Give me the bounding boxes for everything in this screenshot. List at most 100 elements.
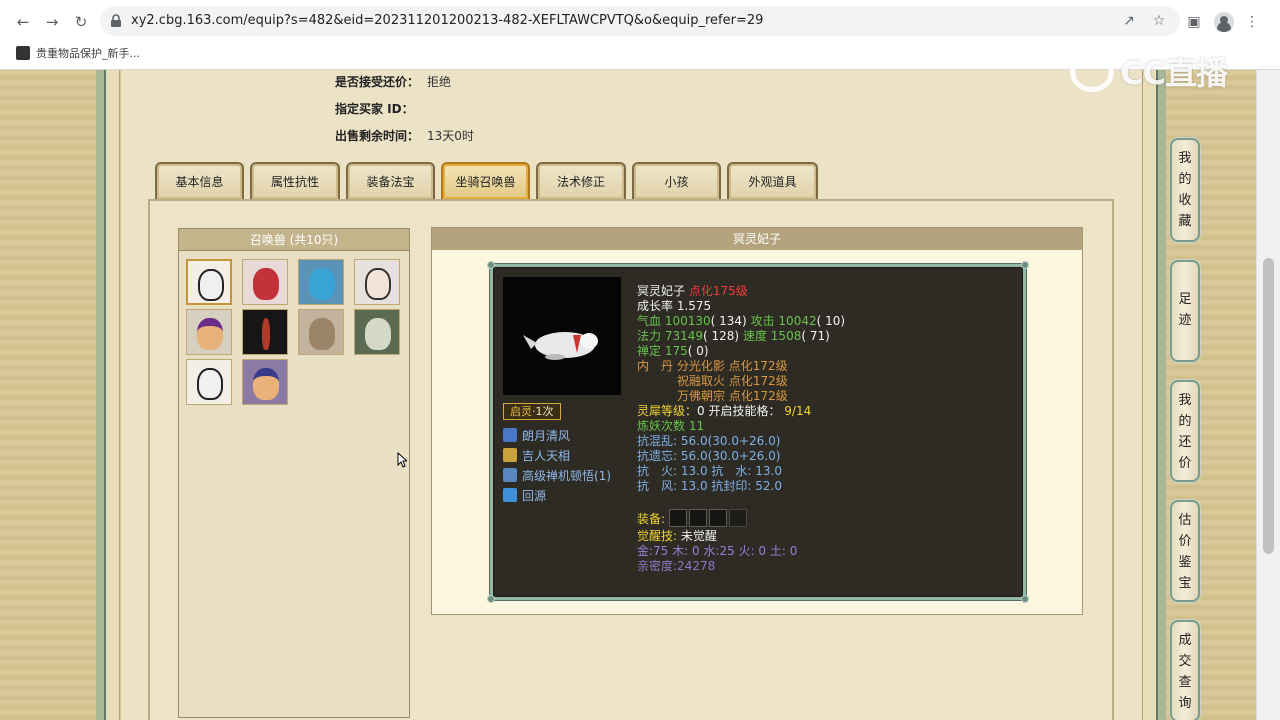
awaken-label: 觉醒技: [637, 529, 678, 543]
side-nav-label: 足迹 [1178, 292, 1192, 328]
skill-icon [503, 448, 517, 462]
summon-thumb[interactable] [242, 359, 288, 405]
skill-label: 吉人天相 [522, 449, 571, 463]
side-nav-appraisal[interactable]: 估价鉴宝 [1170, 500, 1200, 602]
tab-spell-correction[interactable]: 法术修正 [536, 162, 626, 199]
neidan-item: 分光化影 点化172级 [676, 359, 788, 373]
attack-label: 攻击 [750, 314, 775, 328]
skill-item[interactable]: 回源 [503, 487, 546, 505]
side-nav-my-bargain[interactable]: 我的还价 [1170, 380, 1200, 482]
summon-name-row: 冥灵妃子 点化175级 [637, 284, 748, 299]
summon-thumb[interactable] [186, 259, 232, 305]
tab-label: 法术修正 [556, 175, 605, 189]
profile-avatar[interactable] [1214, 12, 1234, 32]
intimacy-row: 亲密度:24278 [637, 559, 716, 573]
tab-equipment[interactable]: 装备法宝 [346, 162, 435, 199]
tab-label: 基本信息 [175, 175, 224, 189]
summon-thumb[interactable] [186, 359, 232, 405]
tab-appearance[interactable]: 外观道具 [727, 162, 818, 199]
pet-portrait [309, 268, 335, 300]
summon-thumb[interactable] [242, 309, 288, 355]
cc-logo-icon [1070, 52, 1114, 92]
skill-icon [503, 428, 517, 442]
url-text[interactable]: xy2.cbg.163.com/equip?s=482&eid=20231120… [131, 13, 763, 28]
tab-label: 装备法宝 [366, 175, 415, 189]
side-nav-history[interactable]: 足迹 [1170, 260, 1200, 362]
summon-thumb[interactable] [298, 259, 344, 305]
tab-mounts-summons[interactable]: 坐骑召唤兽 [441, 162, 530, 199]
frame-border [1156, 70, 1166, 720]
equip-row: 装备: [637, 509, 749, 527]
speed-points: ( 71) [801, 329, 830, 343]
wuxing-row: 金:75 木: 0 水:25 火: 0 土: 0 [637, 544, 798, 558]
summon-thumb[interactable] [354, 309, 400, 355]
mouse-cursor-icon [397, 452, 407, 468]
speed-label: 速度 [742, 329, 767, 343]
summon-thumb[interactable] [186, 309, 232, 355]
pet-portrait [365, 268, 391, 300]
mp-label: 法力 [637, 329, 662, 343]
equip-slot-icon[interactable] [708, 509, 727, 527]
attack-points: ( 10) [816, 314, 846, 328]
zen-row: 禅定 175( 0) [637, 344, 709, 359]
lingxi-slots: 9/14 [784, 404, 812, 418]
reload-icon[interactable]: ↻ [70, 11, 92, 33]
skill-label: 朗月清风 [522, 429, 571, 443]
summon-image [503, 277, 621, 395]
attack-value: 10042 [778, 314, 817, 328]
skill-label: 回源 [522, 489, 547, 503]
remain-label: 出售剩余时间： [335, 129, 420, 143]
summon-thumb[interactable] [354, 259, 400, 305]
buyer-row: 指定买家 ID： [335, 100, 427, 116]
star-icon[interactable]: ☆ [1148, 10, 1170, 32]
summon-detail-title: 冥灵妃子 [432, 228, 1082, 250]
scrollbar[interactable] [1256, 70, 1280, 720]
summon-card: 启灵·1次 朗月清风 吉人天相 高级禅机顿悟(1) 回源 冥灵妃子 点化175级… [487, 261, 1029, 603]
bookmark-item[interactable]: 贵重物品保护_新手... [16, 45, 140, 63]
summon-thumb[interactable] [242, 259, 288, 305]
menu-icon[interactable]: ⋮ [1241, 11, 1263, 33]
res-yiwang: 抗遗忘: 56.0(30.0+26.0) [637, 449, 781, 463]
forward-icon[interactable]: → [41, 11, 63, 33]
side-nav-favorites[interactable]: 我的收藏 [1170, 138, 1200, 242]
neidan-item: 祝融取火 点化172级 [677, 374, 788, 388]
summon-thumb[interactable] [298, 309, 344, 355]
scrollbar-thumb[interactable] [1263, 258, 1274, 554]
neidan-item: 万佛朝宗 点化172级 [677, 389, 788, 403]
tab-attributes[interactable]: 属性抗性 [250, 162, 340, 199]
remain-row: 出售剩余时间： 13天0时 [335, 127, 474, 143]
skill-item[interactable]: 高级禅机顿悟(1) [503, 467, 611, 485]
lianyao-count: 炼妖次数 11 [637, 419, 705, 433]
awaken-value: 未觉醒 [680, 529, 717, 543]
pet-portrait [253, 368, 279, 400]
awaken-row: 觉醒技: 未觉醒 [637, 529, 717, 544]
skill-item[interactable]: 朗月清风 [503, 427, 570, 445]
left-background [0, 70, 96, 720]
growth-rate: 成长率 1.575 [637, 299, 712, 313]
skill-item[interactable]: 吉人天相 [503, 447, 570, 465]
summon-detail: 冥灵妃子 启灵·1次 朗月清风 吉人天相 高级禅机顿悟(1) 回源 冥灵妃子 点… [431, 227, 1083, 615]
share-icon[interactable]: ↗ [1118, 10, 1140, 32]
back-icon[interactable]: ← [12, 11, 34, 33]
bargain-label: 是否接受还价： [335, 75, 420, 89]
tab-basic-info[interactable]: 基本信息 [155, 162, 244, 199]
sidebar-icon[interactable]: ▣ [1183, 11, 1205, 33]
equip-slot-icon[interactable] [668, 509, 687, 527]
dianhua-level: 点化175级 [688, 284, 748, 298]
equip-slot-icon[interactable] [688, 509, 707, 527]
frame-border [96, 70, 106, 720]
side-nav-label: 成交查询 [1178, 633, 1192, 711]
bookmark-label: 贵重物品保护_新手... [36, 47, 140, 60]
speed-value: 1508 [770, 329, 802, 343]
tab-child[interactable]: 小孩 [632, 162, 721, 199]
equip-slot-icon[interactable] [728, 509, 747, 527]
res-wind-seal: 抗 风: 13.0 抗封印: 52.0 [637, 479, 782, 493]
frame-border [1142, 70, 1156, 720]
watermark-text: CC直播 [1120, 54, 1228, 92]
lingxi-value: 0 开启技能格： [697, 404, 781, 418]
side-nav-transactions[interactable]: 成交查询 [1170, 620, 1200, 720]
address-bar[interactable]: xy2.cbg.163.com/equip?s=482&eid=20231120… [100, 6, 1180, 36]
frame-border [106, 70, 120, 720]
qiling-count: ·1次 [532, 405, 554, 418]
buyer-label: 指定买家 ID： [335, 102, 414, 116]
